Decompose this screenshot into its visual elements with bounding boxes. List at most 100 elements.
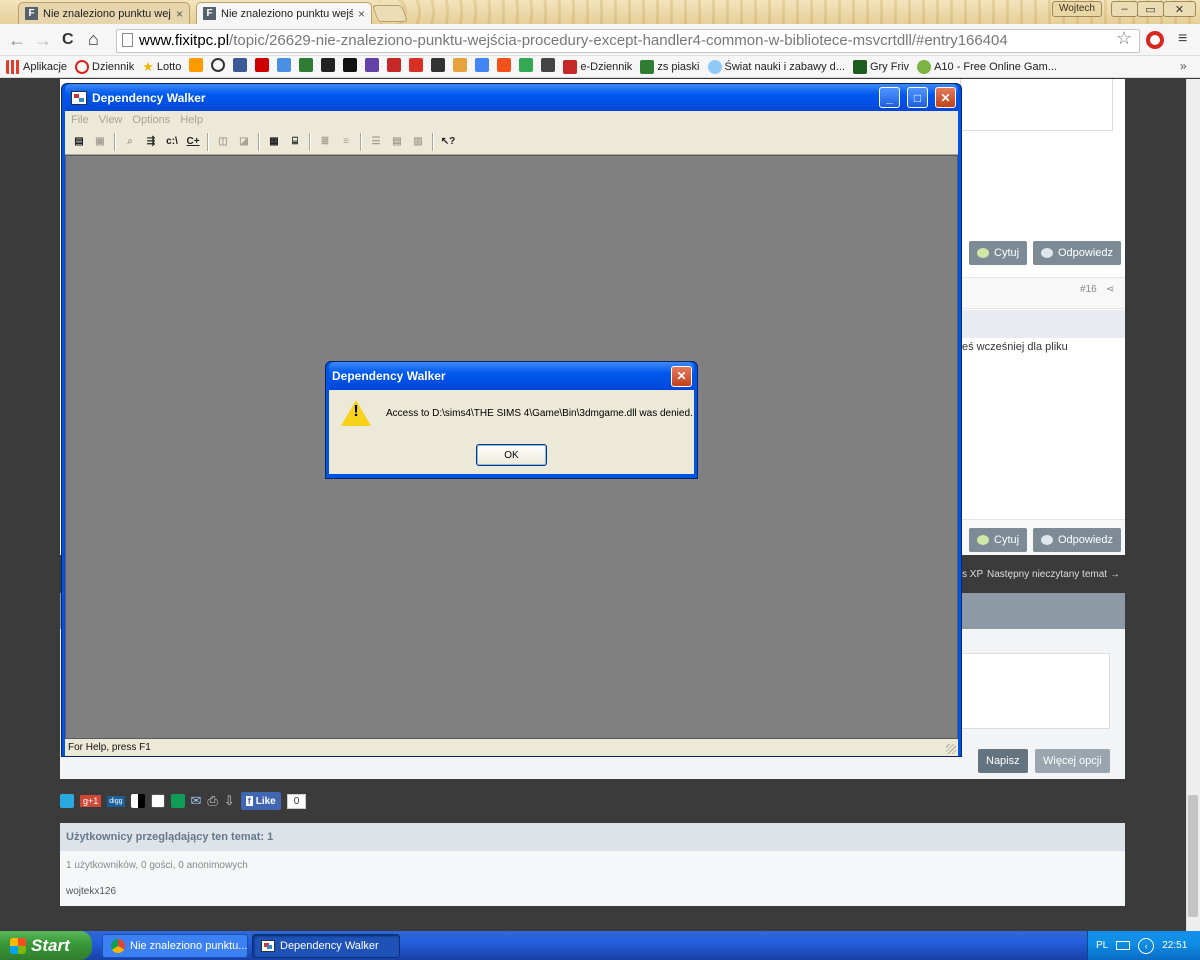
post-number[interactable]: #16 [1080,284,1097,295]
minimize-icon[interactable]: – [1111,1,1138,17]
bookmark-zs-piaski[interactable]: zs piaski [640,59,700,74]
start-button[interactable]: Start [0,931,92,960]
keyboard-icon[interactable] [1116,941,1131,950]
bookmark-e-dziennik[interactable]: e-Dziennik [563,59,632,74]
dw-close-icon[interactable]: ✕ [935,87,956,108]
new-tab-button[interactable] [371,5,409,22]
list-icon[interactable]: ≣ [316,133,334,151]
close-window-icon[interactable]: ✕ [1163,1,1196,17]
bookmark-star-icon[interactable]: ☆ [1116,28,1132,49]
bookmarks-more-icon[interactable]: » [1180,59,1187,73]
bookmark-wp[interactable] [387,58,402,75]
google-plus-icon[interactable]: g+1 [80,795,102,807]
forward-icon[interactable]: → [34,30,52,50]
tile-vertical-icon[interactable]: ▥ [409,133,427,151]
bookmark-ktv[interactable] [431,58,446,75]
dw-maximize-icon[interactable]: □ [907,87,928,108]
context-help-icon[interactable]: ↖? [439,133,457,151]
bookmark-chat[interactable] [519,58,534,75]
bookmark-lotto[interactable]: ★ Lotto [142,59,181,75]
share-icon[interactable]: ⋖ [1106,284,1114,295]
configure-search-icon[interactable]: ⌸ [286,133,304,151]
address-bar[interactable]: www.fixitpc.pl/topic/26629-nie-znalezion… [116,29,1140,53]
bookmark-google[interactable] [277,58,292,75]
tab-close-icon[interactable]: × [358,7,365,21]
system-info-icon[interactable]: ▦ [265,133,283,151]
bookmark-translate[interactable] [475,58,490,75]
menu-help[interactable]: Help [180,114,203,126]
next-unread-topic-link[interactable]: Następny nieczytany temat → [987,569,1120,580]
menu-options[interactable]: Options [132,114,170,126]
ok-button[interactable]: OK [476,444,547,466]
clock[interactable]: 22:51 [1162,940,1187,951]
reply-button-2[interactable]: Odpowiedz [1033,528,1122,552]
prev-topic-tail[interactable]: s XP [962,569,983,580]
language-indicator[interactable]: PL [1096,940,1108,951]
tile-horizontal-icon[interactable]: ▤ [388,133,406,151]
dialog-close-icon[interactable]: ✕ [671,365,692,387]
quote-button[interactable]: Cytuj [969,241,1028,265]
menu-view[interactable]: View [99,114,123,126]
dw-titlebar[interactable]: Dependency Walker _ □ ✕ [65,84,958,111]
bookmark-youtube[interactable] [255,58,270,75]
detail-icon[interactable]: ≡ [337,133,355,151]
email-icon[interactable]: ✉ [191,793,202,809]
chrome-menu-icon[interactable]: ≡ [1178,30,1187,48]
menu-file[interactable]: File [71,114,89,126]
cascade-icon[interactable]: ☰ [367,133,385,151]
properties-icon[interactable]: ◫ [214,133,232,151]
profile-button[interactable]: Wojtech [1052,1,1102,17]
page-scrollbar-thumb[interactable] [1188,795,1198,917]
back-icon[interactable]: ← [8,30,26,50]
print-icon[interactable]: ⎙ [207,793,217,809]
bookmark-circle[interactable] [211,58,226,75]
tree-icon[interactable]: ⇶ [142,133,160,151]
dialog-titlebar[interactable]: Dependency Walker ✕ [329,362,694,390]
viewer-name-link[interactable]: wojtekx126 [66,886,116,897]
bookmark-sparkle[interactable] [453,58,468,75]
bookmark-amazon[interactable] [189,58,204,75]
bookmark-twitch[interactable] [365,58,380,75]
opera-extension-icon[interactable] [1146,31,1164,49]
bookmark-a10[interactable]: A10 - Free Online Gam... [917,59,1057,74]
reply-button[interactable]: Odpowiedz [1033,241,1122,265]
external-viewer-icon[interactable]: ◪ [235,133,253,151]
undecorate-cpp-icon[interactable]: C+ [184,133,202,151]
delicious-icon[interactable] [130,794,145,808]
tab-close-icon[interactable]: × [176,7,183,21]
browser-tab-2-active[interactable]: F Nie znaleziono punktu wejści × [196,2,372,24]
write-button[interactable]: Napisz [978,749,1028,773]
digg-icon[interactable]: digg [107,795,125,807]
find-icon[interactable]: ⌕ [121,133,139,151]
quote-button-2[interactable]: Cytuj [969,528,1028,552]
reddit-icon[interactable] [150,794,165,808]
more-options-button[interactable]: Więcej opcji [1035,749,1110,773]
bookmark-plus[interactable] [497,58,512,75]
open-icon[interactable]: ▤ [70,133,88,151]
reply-textarea[interactable] [958,653,1110,729]
taskbar-item-dependency-walker[interactable]: Dependency Walker [252,934,400,958]
bookmark-dziennik[interactable]: Dziennik [75,59,134,74]
home-icon[interactable]: ⌂ [88,29,99,49]
bookmark-facebook[interactable] [233,58,248,75]
restore-icon[interactable]: ▭ [1137,1,1164,17]
bookmark-green-star[interactable] [299,58,314,75]
tray-expand-icon[interactable]: ‹ [1138,937,1155,954]
resize-grip-icon[interactable] [946,744,956,754]
bookmark-apps[interactable]: Aplikacje [6,59,67,74]
download-icon[interactable]: ⇩ [224,793,235,809]
bookmark-swiat-nauki[interactable]: Świat nauki i zabawy d... [707,59,845,74]
browser-tab-1[interactable]: F Nie znaleziono punktu wejści × [18,2,190,24]
bookmark-gear[interactable] [343,58,358,75]
taskbar-item-chrome[interactable]: Nie znaleziono punktu... [102,934,248,958]
dw-minimize-icon[interactable]: _ [879,87,900,108]
full-paths-icon[interactable]: c:\ [163,133,181,151]
bookmark-clapper[interactable] [321,58,336,75]
bookmark-gmail[interactable] [409,58,424,75]
reload-icon[interactable]: C [62,30,74,50]
facebook-like-button[interactable]: f Like [240,792,281,810]
save-icon[interactable]: ▣ [91,133,109,151]
stumbleupon-icon[interactable] [170,794,185,808]
bookmark-gry-friv[interactable]: Gry Friv [852,59,909,74]
bookmark-guitar[interactable] [541,58,556,75]
